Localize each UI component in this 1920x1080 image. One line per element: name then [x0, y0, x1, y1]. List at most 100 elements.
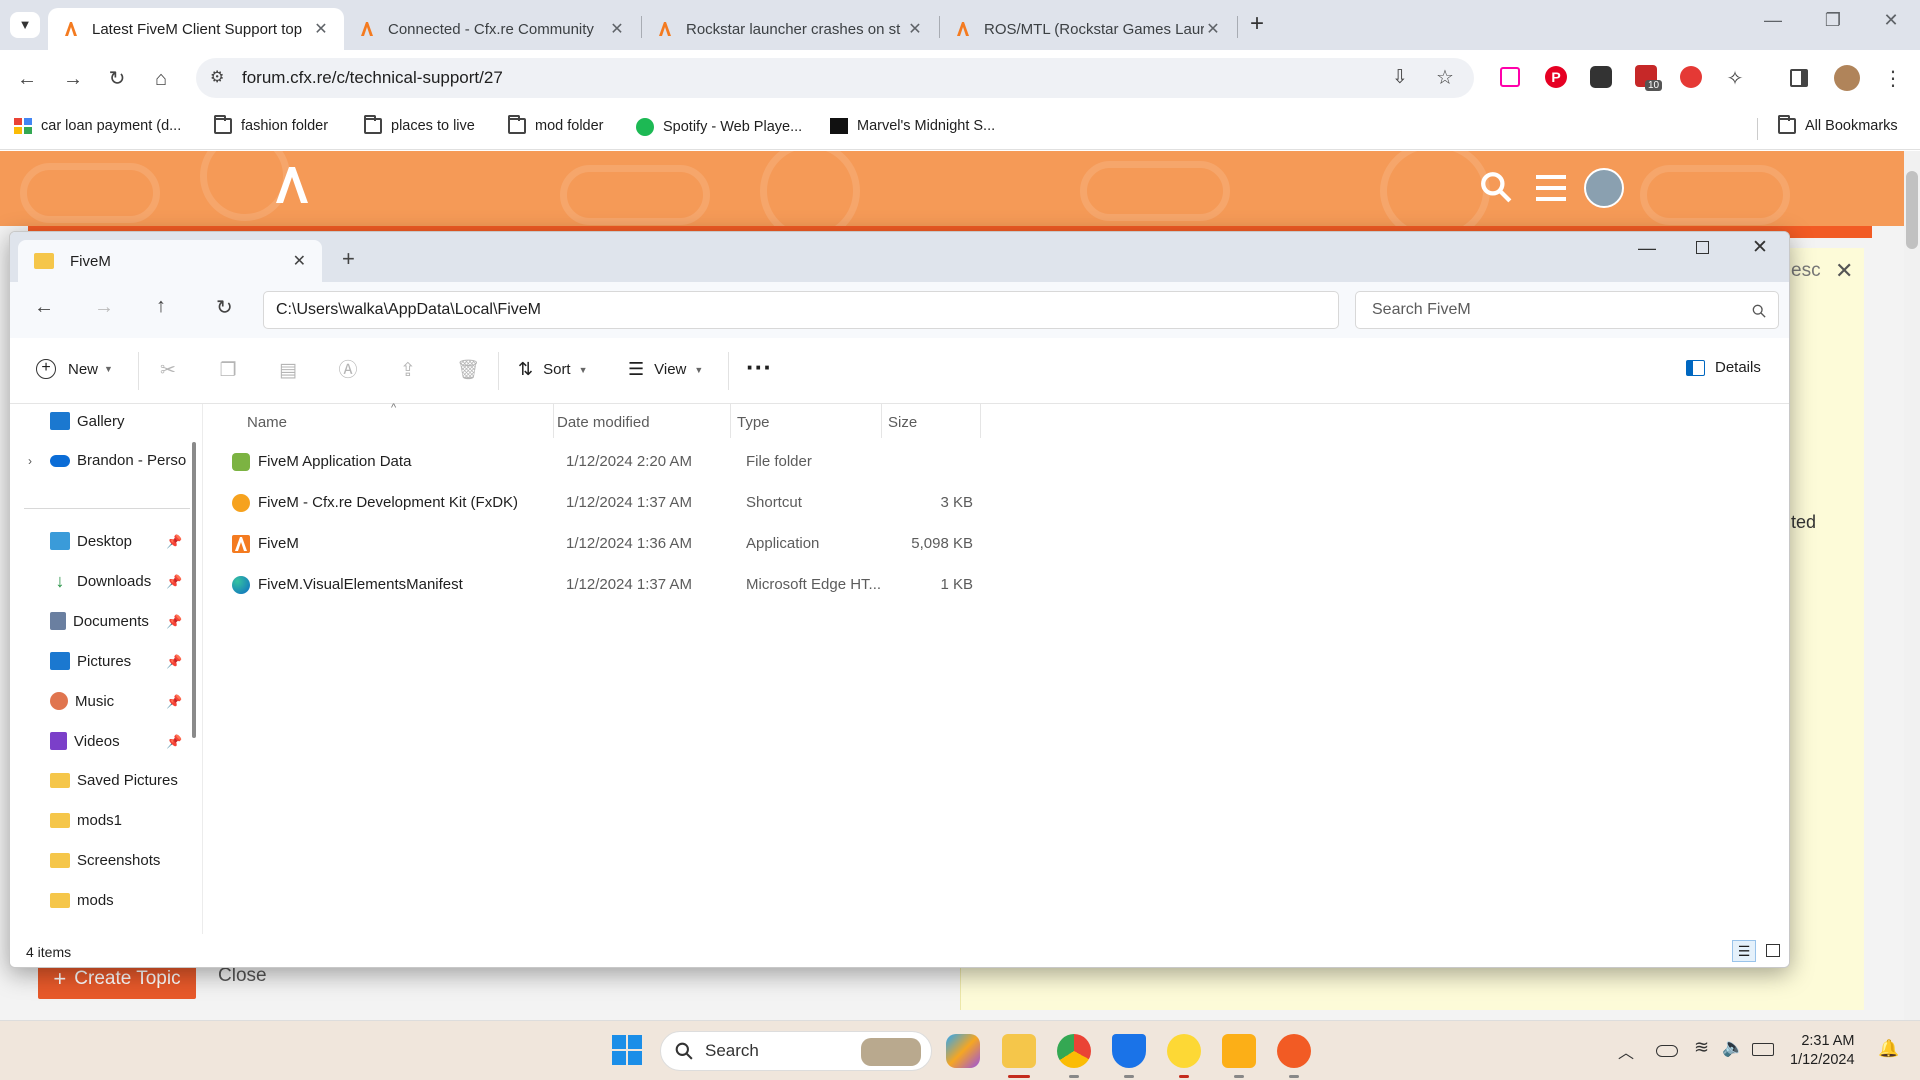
file-row[interactable]: FiveM.VisualElementsManifest 1/12/2024 1… [203, 565, 1003, 605]
more-options-button[interactable]: ··· [746, 352, 772, 383]
all-bookmarks-button[interactable]: All Bookmarks [1778, 115, 1898, 134]
hamburger-menu-icon[interactable] [1536, 175, 1566, 201]
bookmark-item[interactable]: car loan payment (d... [14, 118, 181, 134]
rename-icon[interactable]: Ⓐ [336, 359, 360, 383]
bookmark-item[interactable]: fashion folder [214, 115, 328, 134]
close-window-icon[interactable]: ✕ [1752, 236, 1768, 259]
back-icon[interactable]: ← [14, 66, 40, 92]
pin-icon[interactable]: 📌 [166, 694, 182, 710]
nav-item-saved-pictures[interactable]: Saved Pictures [50, 772, 178, 789]
page-scrollbar[interactable] [1904, 151, 1920, 1020]
file-row[interactable]: FiveM - Cfx.re Development Kit (FxDK) 1/… [203, 483, 1003, 523]
nav-item-gallery[interactable]: Gallery [50, 412, 125, 430]
extension-icon[interactable] [1500, 67, 1520, 87]
profile-avatar[interactable] [1834, 65, 1860, 91]
minimize-icon[interactable]: — [1750, 10, 1796, 31]
delete-icon[interactable]: 🗑 [456, 359, 480, 383]
cfx-logo-icon[interactable] [272, 165, 312, 205]
defender-icon[interactable] [1112, 1034, 1146, 1068]
user-avatar[interactable] [1584, 168, 1624, 208]
nav-item-mods1[interactable]: mods1 [50, 812, 122, 829]
menu-dots-icon[interactable]: ⋮ [1880, 66, 1906, 92]
view-button[interactable]: ☰ View ▼ [628, 359, 703, 380]
reload-icon[interactable]: ↻ [104, 66, 130, 92]
camera-extension-icon[interactable] [1590, 66, 1612, 88]
maximize-icon[interactable] [1696, 241, 1709, 254]
omnibox[interactable]: ⚙ forum.cfx.re/c/technical-support/27 ⇩ … [196, 58, 1474, 98]
sort-button[interactable]: ⇅ Sort ▼ [518, 359, 588, 380]
pinterest-icon[interactable]: P [1545, 66, 1567, 88]
nav-item-mods[interactable]: mods [50, 892, 114, 909]
close-panel-icon[interactable]: ✕ [1835, 258, 1853, 284]
bookmark-item[interactable]: places to live [364, 115, 475, 134]
details-button[interactable]: Details [1686, 359, 1761, 376]
volume-icon[interactable]: 🔈 [1722, 1037, 1744, 1058]
battery-icon[interactable] [1752, 1043, 1774, 1056]
copilot-icon[interactable] [946, 1034, 980, 1068]
cut-icon[interactable]: ✂ [156, 359, 180, 383]
bookmark-item[interactable]: Marvel's Midnight S... [830, 118, 995, 134]
browser-tab-0[interactable]: Latest FiveM Client Support top ✕ [48, 8, 344, 50]
search-icon[interactable] [1480, 171, 1512, 203]
new-tab-icon[interactable]: + [342, 246, 355, 272]
nav-item-screenshots[interactable]: Screenshots [50, 852, 160, 869]
install-app-icon[interactable]: ⇩ [1392, 66, 1408, 89]
forward-icon[interactable]: → [60, 66, 86, 92]
new-button[interactable]: + New ▼ [36, 359, 113, 379]
close-tab-icon[interactable]: ✕ [1204, 19, 1222, 39]
bookmark-item[interactable]: mod folder [508, 115, 604, 134]
file-explorer-taskbar-icon[interactable] [1002, 1034, 1036, 1068]
paste-icon[interactable]: ▤ [276, 359, 300, 383]
close-window-icon[interactable]: ✕ [1868, 10, 1914, 31]
browser-tab-1[interactable]: Connected - Cfx.re Community ✕ [344, 8, 640, 50]
tiles-view-icon[interactable] [1766, 944, 1780, 957]
browser-tab-3[interactable]: ROS/MTL (Rockstar Games Laur ✕ [940, 8, 1236, 50]
back-icon[interactable]: ← [34, 296, 54, 319]
nav-item-music[interactable]: Music [50, 692, 114, 710]
new-tab-button[interactable]: + [1244, 10, 1270, 40]
sidepanel-icon[interactable] [1790, 69, 1808, 87]
pin-icon[interactable]: 📌 [166, 654, 182, 670]
norton-icon[interactable] [1167, 1034, 1201, 1068]
nav-item-onedrive[interactable]: Brandon - Perso [50, 452, 186, 469]
close-tab-icon[interactable]: ✕ [312, 19, 330, 39]
onedrive-tray-icon[interactable] [1656, 1045, 1678, 1057]
bookmark-star-icon[interactable]: ☆ [1436, 65, 1454, 90]
file-row[interactable]: FiveM 1/12/2024 1:36 AM Application 5,09… [203, 524, 1003, 564]
column-header-date[interactable]: Date modified [557, 414, 650, 431]
refresh-icon[interactable]: ↻ [216, 295, 233, 320]
tab-search-button[interactable]: ▼ [10, 12, 40, 38]
explorer-tab[interactable]: FiveM ✕ [18, 240, 322, 282]
column-header-type[interactable]: Type [737, 414, 770, 431]
start-button[interactable] [612, 1035, 642, 1065]
up-icon[interactable]: ↑ [156, 295, 166, 318]
nav-item-desktop[interactable]: Desktop [50, 532, 132, 550]
nav-item-pictures[interactable]: Pictures [50, 652, 131, 670]
close-tab-icon[interactable]: ✕ [906, 19, 924, 39]
chevron-right-icon[interactable]: › [28, 454, 32, 468]
page-scroll-thumb[interactable] [1906, 171, 1918, 249]
home-icon[interactable]: ⌂ [148, 66, 174, 92]
wifi-icon[interactable]: ≋ [1694, 1037, 1709, 1058]
forward-icon[interactable]: → [94, 296, 114, 319]
adblock-icon[interactable] [1680, 66, 1702, 88]
fivem-taskbar-icon[interactable] [1277, 1034, 1311, 1068]
close-link[interactable]: Close [218, 965, 267, 987]
taskbar-clock[interactable]: 2:31 AM 1/12/2024 [1790, 1032, 1855, 1070]
chevron-up-icon[interactable]: ︿ [1618, 1039, 1634, 1063]
search-input[interactable]: Search FiveM [1355, 291, 1779, 329]
extensions-puzzle-icon[interactable]: ✧ [1722, 66, 1748, 92]
pin-icon[interactable]: 📌 [166, 734, 182, 750]
file-row[interactable]: FiveM Application Data 1/12/2024 2:20 AM… [203, 442, 1003, 482]
pin-icon[interactable]: 📌 [166, 574, 182, 590]
browser-tab-2[interactable]: Rockstar launcher crashes on st ✕ [642, 8, 938, 50]
chrome-icon[interactable] [1057, 1034, 1091, 1068]
details-view-icon[interactable]: ☰ [1732, 940, 1756, 962]
column-header-size[interactable]: Size [888, 414, 917, 431]
pin-icon[interactable]: 📌 [166, 534, 182, 550]
share-icon[interactable]: ⇪ [396, 359, 420, 383]
nav-scrollbar[interactable] [192, 442, 196, 738]
rockstar-icon[interactable] [1222, 1034, 1256, 1068]
nav-item-videos[interactable]: Videos [50, 732, 120, 750]
pin-icon[interactable]: 📌 [166, 614, 182, 630]
